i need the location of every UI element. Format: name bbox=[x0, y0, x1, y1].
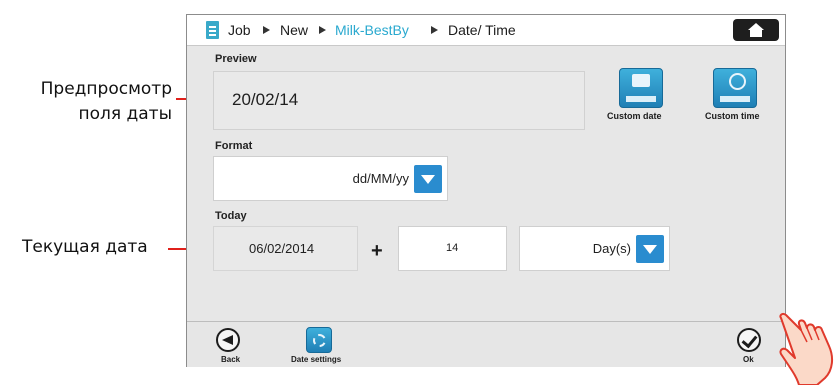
breadcrumb-separator-icon bbox=[431, 26, 438, 34]
unit-select[interactable]: Day(s) bbox=[519, 226, 670, 271]
annotation-preview-line-1: Предпросмотр bbox=[40, 79, 172, 99]
breadcrumb-job-name[interactable]: Milk-BestBy bbox=[335, 22, 409, 38]
today-label: Today bbox=[215, 210, 247, 222]
title-bar: Job New Milk-BestBy Date/ Time bbox=[187, 15, 785, 46]
breadcrumb-separator-icon bbox=[319, 26, 326, 34]
format-label: Format bbox=[215, 140, 253, 152]
home-button[interactable] bbox=[733, 19, 779, 41]
preview-value: 20/02/14 bbox=[232, 90, 299, 109]
calendar-icon bbox=[632, 74, 650, 87]
clock-bars bbox=[720, 96, 750, 102]
custom-date-button[interactable] bbox=[619, 68, 663, 108]
breadcrumb-job[interactable]: Job bbox=[228, 22, 251, 38]
home-icon bbox=[748, 23, 764, 37]
back-button[interactable] bbox=[216, 328, 240, 352]
bottom-toolbar: Back Date settings Ok bbox=[187, 321, 785, 367]
check-icon bbox=[741, 331, 758, 349]
unit-value: Day(s) bbox=[592, 241, 631, 256]
format-select[interactable]: dd/MM/yy bbox=[213, 156, 448, 201]
preview-box: 20/02/14 bbox=[213, 71, 585, 130]
date-settings-label[interactable]: Date settings bbox=[291, 355, 341, 364]
breadcrumb-separator-icon bbox=[263, 26, 270, 34]
custom-time-label[interactable]: Custom time bbox=[705, 111, 760, 121]
ok-label[interactable]: Ok bbox=[743, 355, 754, 364]
ok-button[interactable] bbox=[737, 328, 761, 352]
back-icon bbox=[222, 335, 233, 345]
annotation-preview: Предпросмотр поля даты bbox=[6, 77, 172, 127]
annotation-today: Текущая дата bbox=[22, 237, 148, 257]
calendar-bars bbox=[626, 96, 656, 102]
unit-dropdown-chevron-down-icon[interactable] bbox=[636, 235, 664, 263]
pointing-hand-icon bbox=[779, 312, 834, 385]
clock-icon bbox=[729, 73, 746, 90]
offset-value: 14 bbox=[446, 242, 459, 254]
offset-input[interactable]: 14 bbox=[398, 226, 507, 271]
back-label[interactable]: Back bbox=[221, 355, 240, 364]
format-value: dd/MM/yy bbox=[352, 171, 409, 186]
plus-operator: + bbox=[371, 240, 383, 262]
device-screen: Job New Milk-BestBy Date/ Time Preview 2… bbox=[186, 14, 786, 367]
breadcrumb-date-time: Date/ Time bbox=[448, 22, 516, 38]
today-date-value: 06/02/2014 bbox=[249, 241, 315, 256]
preview-label: Preview bbox=[215, 53, 257, 65]
custom-time-button[interactable] bbox=[713, 68, 757, 108]
date-settings-button[interactable] bbox=[306, 327, 332, 353]
breadcrumb-new[interactable]: New bbox=[280, 22, 308, 38]
today-date-field: 06/02/2014 bbox=[213, 226, 358, 271]
document-icon bbox=[206, 21, 219, 39]
annotation-preview-line-2: поля даты bbox=[78, 104, 172, 124]
custom-date-label[interactable]: Custom date bbox=[607, 111, 662, 121]
format-dropdown-chevron-down-icon[interactable] bbox=[414, 165, 442, 193]
